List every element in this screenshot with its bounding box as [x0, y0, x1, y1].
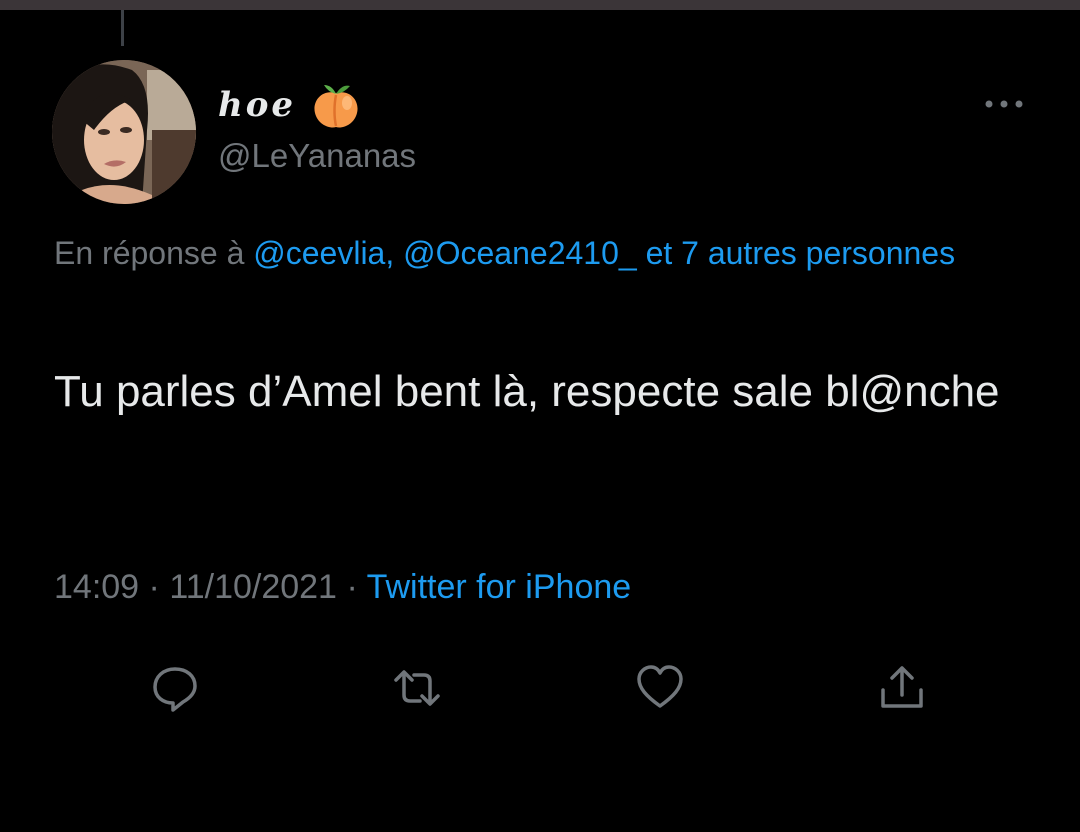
top-edge-strip [0, 0, 1080, 10]
tweet-date[interactable]: 11/10/2021 [169, 568, 337, 606]
display-name[interactable]: hoe [218, 78, 362, 132]
thread-connector-line [121, 10, 124, 46]
username[interactable]: @LeYananas [218, 137, 416, 175]
avatar[interactable] [52, 60, 196, 204]
avatar-photo [52, 60, 196, 204]
tweet-source-link[interactable]: Twitter for iPhone [367, 568, 632, 606]
meta-separator: · [148, 568, 160, 606]
meta-separator: · [346, 568, 358, 606]
share-upload-icon [881, 666, 923, 708]
more-options-button[interactable] [982, 92, 1026, 116]
retweet-icon [394, 670, 440, 706]
reply-prefix: En réponse à [54, 235, 245, 271]
tweet-meta: 14:09 · 11/10/2021 · Twitter for iPhone [54, 568, 631, 607]
reply-others-link[interactable]: et 7 autres personnes [646, 235, 956, 271]
display-name-text: hoe [218, 85, 297, 125]
tweet-time[interactable]: 14:09 [54, 568, 139, 606]
heart-icon [637, 665, 683, 708]
like-button[interactable] [632, 660, 688, 716]
reply-context: En réponse à @ceevlia, @Oceane2410_ et 7… [54, 224, 1044, 282]
reply-mentions-link[interactable]: @ceevlia, @Oceane2410_ [253, 235, 636, 271]
peach-emoji-icon [310, 79, 362, 131]
share-button[interactable] [874, 660, 930, 716]
retweet-button[interactable] [389, 660, 445, 716]
speech-bubble-icon [153, 667, 197, 712]
tweet-text: Tu parles d’Amel bent là, respecte sale … [54, 367, 1000, 416]
more-dots-icon [985, 100, 1023, 108]
action-bar [0, 660, 1080, 716]
reply-button[interactable] [147, 660, 203, 716]
